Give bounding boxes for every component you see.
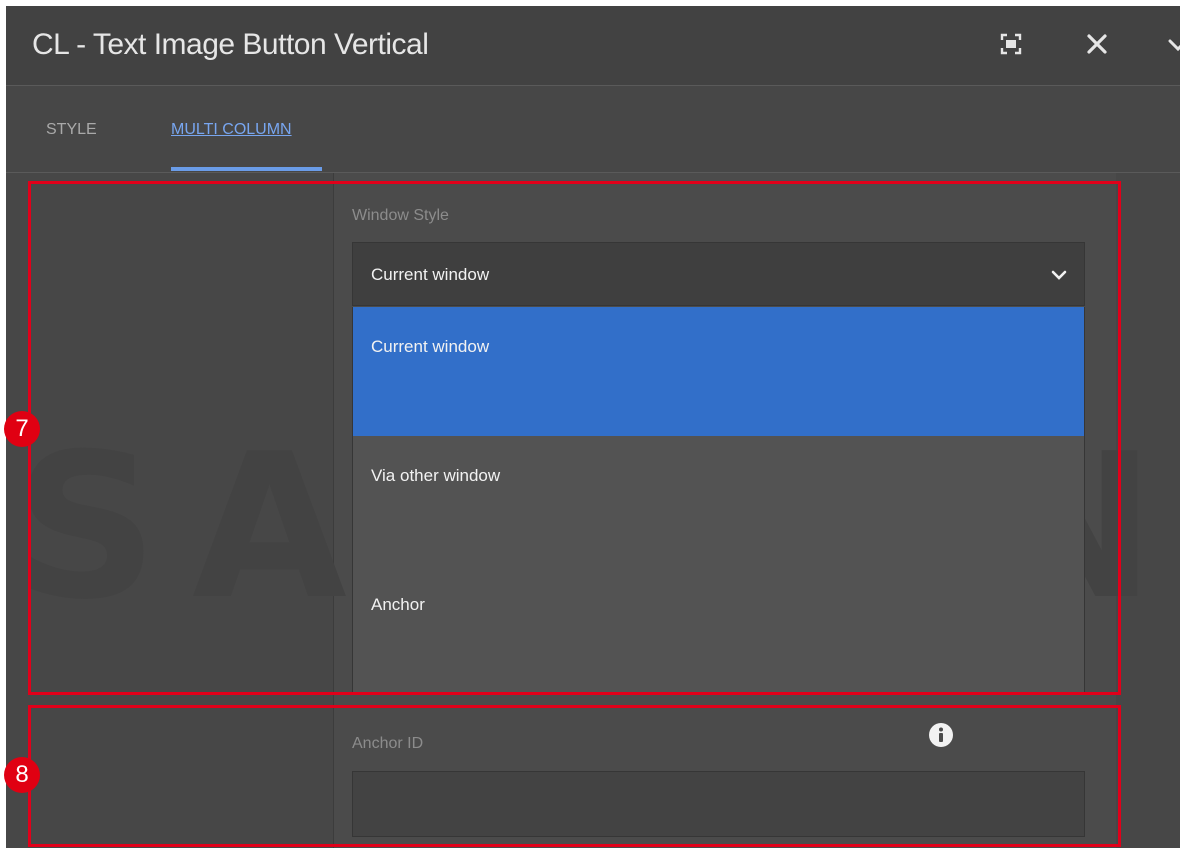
right-column bbox=[1116, 173, 1180, 848]
dialog-title: CL - Text Image Button Vertical bbox=[32, 28, 429, 61]
chevron-down-icon[interactable] bbox=[1166, 32, 1180, 61]
annotation-marker-7: 7 bbox=[4, 411, 40, 447]
annotation-marker-8: 8 bbox=[4, 757, 40, 793]
tab-style[interactable]: STYLE bbox=[46, 121, 97, 139]
tab-multi-column[interactable]: MULTI COLUMN bbox=[171, 121, 292, 139]
annotation-box-8 bbox=[28, 705, 1121, 847]
tab-bar: STYLE MULTI COLUMN bbox=[6, 86, 1180, 173]
active-tab-indicator bbox=[171, 167, 322, 171]
dialog-header: CL - Text Image Button Vertical bbox=[6, 6, 1180, 86]
close-icon[interactable] bbox=[1085, 32, 1109, 61]
fullscreen-icon[interactable] bbox=[999, 32, 1023, 61]
annotation-box-7 bbox=[28, 181, 1121, 695]
